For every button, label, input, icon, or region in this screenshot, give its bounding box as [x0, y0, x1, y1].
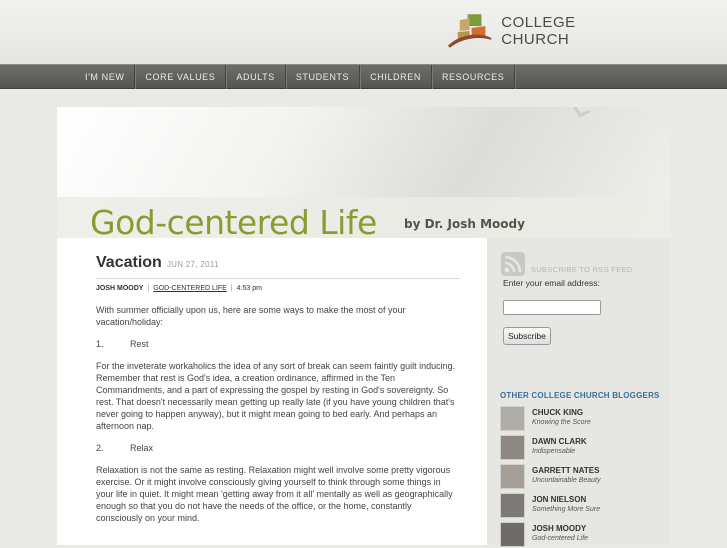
- avatar: [500, 522, 525, 547]
- list-number: 2.: [96, 443, 104, 453]
- logo-text: COLLEGE CHURCH: [501, 14, 576, 48]
- meta-separator: |: [147, 285, 150, 292]
- blogger-name[interactable]: GARRETT NATES: [532, 466, 601, 475]
- list-text: Relax: [130, 443, 154, 453]
- blogger-blog: Something More Sure: [532, 506, 601, 513]
- list-item: 1. Rest: [96, 338, 460, 350]
- post-title[interactable]: Vacation: [96, 254, 162, 272]
- nav-item-resources[interactable]: RESOURCES: [432, 65, 516, 89]
- avatar: [500, 464, 525, 489]
- bloggers-heading: OTHER COLLEGE CHURCH BLOGGERS: [500, 391, 660, 400]
- blog-banner: THE BIBLE God-centered Life by Dr. Josh …: [57, 107, 670, 238]
- blog-title[interactable]: God-centered Life: [90, 203, 377, 238]
- sidebar: SUBSCRIBE TO RSS FEED Enter your email a…: [487, 238, 670, 548]
- blogger-name[interactable]: JON NIELSON: [532, 495, 600, 504]
- meta-separator: |: [230, 285, 233, 292]
- avatar: [500, 435, 525, 460]
- blogger-item[interactable]: JON NIELSON Something More Sure: [500, 493, 665, 519]
- post-meta: JOSH MOODY | GOD-CENTERED LIFE | 4:53 pm: [96, 285, 262, 292]
- post-intro: With summer officially upon us, here are…: [96, 305, 406, 327]
- blogger-item[interactable]: CHUCK KING Knowing the Score: [500, 406, 665, 432]
- post-time: 4:53 pm: [236, 285, 262, 292]
- post-category-link[interactable]: GOD-CENTERED LIFE: [153, 285, 227, 292]
- post-author: JOSH MOODY: [96, 285, 144, 292]
- college-church-logo[interactable]: COLLEGE CHURCH: [446, 12, 646, 50]
- nav-item-im-new[interactable]: I'M NEW: [75, 65, 136, 89]
- blog-byline: by Dr. Josh Moody: [404, 217, 525, 231]
- nav-item-children[interactable]: CHILDREN: [360, 65, 432, 89]
- list-item: 2. Relax: [96, 442, 460, 454]
- post-paragraph: Relaxation is not the same as resting. R…: [96, 465, 453, 523]
- blogger-name[interactable]: JOSH MOODY: [532, 524, 588, 533]
- post-header: Vacation JUN 27, 2011: [96, 254, 460, 279]
- blogger-blog: Indispensable: [532, 448, 576, 455]
- main-nav: I'M NEW CORE VALUES ADULTS STUDENTS CHIL…: [0, 64, 727, 89]
- blogger-item[interactable]: JOSH MOODY God-centered Life: [500, 522, 665, 548]
- list-text: Rest: [130, 339, 149, 349]
- nav-item-students[interactable]: STUDENTS: [286, 65, 361, 89]
- avatar: [500, 406, 525, 431]
- blogger-item[interactable]: DAWN CLARK Indispensable: [500, 435, 665, 461]
- email-label: Enter your email address:: [503, 278, 600, 288]
- nav-item-adults[interactable]: ADULTS: [226, 65, 286, 89]
- subscribe-button[interactable]: Subscribe: [503, 327, 551, 345]
- logo-mark-icon: [447, 14, 492, 48]
- blogger-name[interactable]: CHUCK KING: [532, 408, 591, 417]
- site-header: COLLEGE CHURCH: [0, 0, 727, 64]
- rss-icon: [501, 252, 525, 276]
- rss-subscribe-link[interactable]: SUBSCRIBE TO RSS FEED: [501, 252, 632, 276]
- list-number: 1.: [96, 339, 104, 349]
- avatar: [500, 493, 525, 518]
- post-content: Vacation JUN 27, 2011 JOSH MOODY | GOD-CEN…: [57, 238, 487, 545]
- post-paragraph: For the inveterate workaholics the idea …: [96, 361, 456, 431]
- bible-image: THE BIBLE: [336, 107, 640, 139]
- post-date: JUN 27, 2011: [166, 260, 219, 269]
- blogger-blog: Uncontainable Beauty: [532, 477, 601, 484]
- post-body: With summer officially upon us, here are…: [96, 304, 460, 534]
- nav-item-core-values[interactable]: CORE VALUES: [135, 65, 227, 89]
- email-input[interactable]: [503, 300, 601, 315]
- blogger-blog: God-centered Life: [532, 535, 589, 542]
- blogger-item[interactable]: GARRETT NATES Uncontainable Beauty: [500, 464, 665, 490]
- blogger-blog: Knowing the Score: [532, 419, 591, 426]
- rss-label: SUBSCRIBE TO RSS FEED: [531, 265, 633, 274]
- blogger-name[interactable]: DAWN CLARK: [532, 437, 587, 446]
